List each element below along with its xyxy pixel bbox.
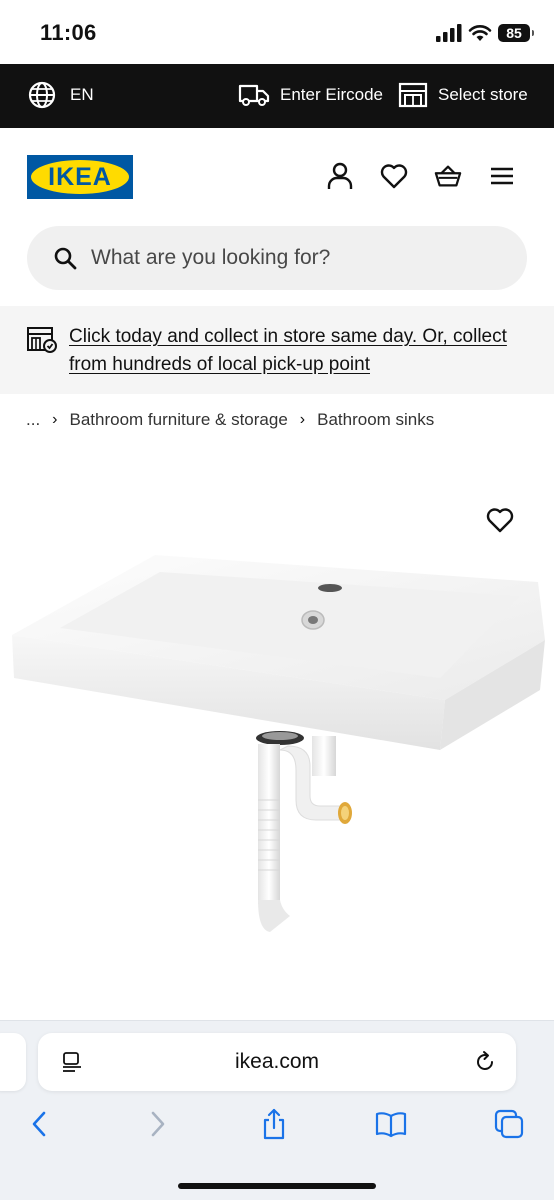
favourites-button[interactable] [380,162,408,190]
enter-eircode-button[interactable]: Enter Eircode [238,82,383,108]
heart-icon [380,164,408,189]
status-indicators: 85 [436,22,534,44]
status-time: 11:06 [40,20,97,45]
chevron-right-icon [151,1111,165,1137]
delivery-truck-icon [238,84,270,106]
basket-icon [434,165,462,187]
reload-icon[interactable] [472,1049,498,1075]
back-button[interactable] [22,1107,56,1141]
header-actions [326,162,516,190]
browser-bottom-bar: ikea.com [0,1020,554,1200]
site-header: IKEA [0,128,554,224]
forward-button[interactable] [141,1107,175,1141]
address-bar[interactable]: ikea.com [38,1033,516,1091]
product-image-area [0,440,554,1020]
tabs-icon [494,1109,524,1139]
menu-button[interactable] [488,162,516,190]
logo-oval: IKEA [31,160,129,194]
basket-button[interactable] [434,162,462,190]
chevron-right-icon: › [299,411,306,428]
book-icon [375,1112,407,1138]
logo-text: IKEA [48,162,112,191]
user-icon [327,162,353,189]
chevron-left-icon [32,1111,46,1137]
select-store-button[interactable]: Select store [398,82,528,108]
banner-link[interactable]: Click today and collect in store same da… [69,323,539,379]
battery-level: 85 [506,25,522,41]
cellular-signal-icon [436,24,462,42]
globe-icon [28,81,56,109]
breadcrumb-item-bathroom-sinks[interactable]: Bathroom sinks [317,410,434,430]
click-and-collect-banner: Click today and collect in store same da… [0,306,554,394]
search-input[interactable] [91,246,491,270]
top-utility-bar: EN Enter Eircode Select store [0,64,554,128]
bookmarks-button[interactable] [374,1107,408,1141]
store-pickup-icon [27,327,57,353]
breadcrumb: ... › Bathroom furniture & storage › Bat… [26,410,434,430]
language-label: EN [70,85,94,104]
battery-indicator: 85 [498,24,534,42]
share-icon [263,1108,285,1140]
home-indicator [178,1183,376,1189]
search-bar[interactable] [27,226,527,290]
breadcrumb-ellipsis[interactable]: ... [26,410,40,430]
eircode-label: Enter Eircode [280,85,383,104]
account-button[interactable] [326,162,354,190]
store-icon [398,82,428,108]
wifi-icon [468,25,492,41]
language-selector[interactable]: EN [28,81,94,109]
previous-tab-preview[interactable] [0,1033,26,1091]
status-bar: 11:06 85 [0,0,554,64]
bathroom-sink-image [12,555,545,932]
share-button[interactable] [257,1107,291,1141]
chevron-right-icon: › [52,411,58,428]
url-text: ikea.com [234,1050,320,1073]
hamburger-menu-icon [491,167,513,185]
search-icon [54,247,77,270]
tabs-button[interactable] [492,1107,526,1141]
store-label: Select store [438,85,528,104]
browser-toolbar [0,1107,554,1147]
breadcrumb-item-bathroom-furniture[interactable]: Bathroom furniture & storage [70,410,288,430]
ikea-logo[interactable]: IKEA [27,155,133,199]
